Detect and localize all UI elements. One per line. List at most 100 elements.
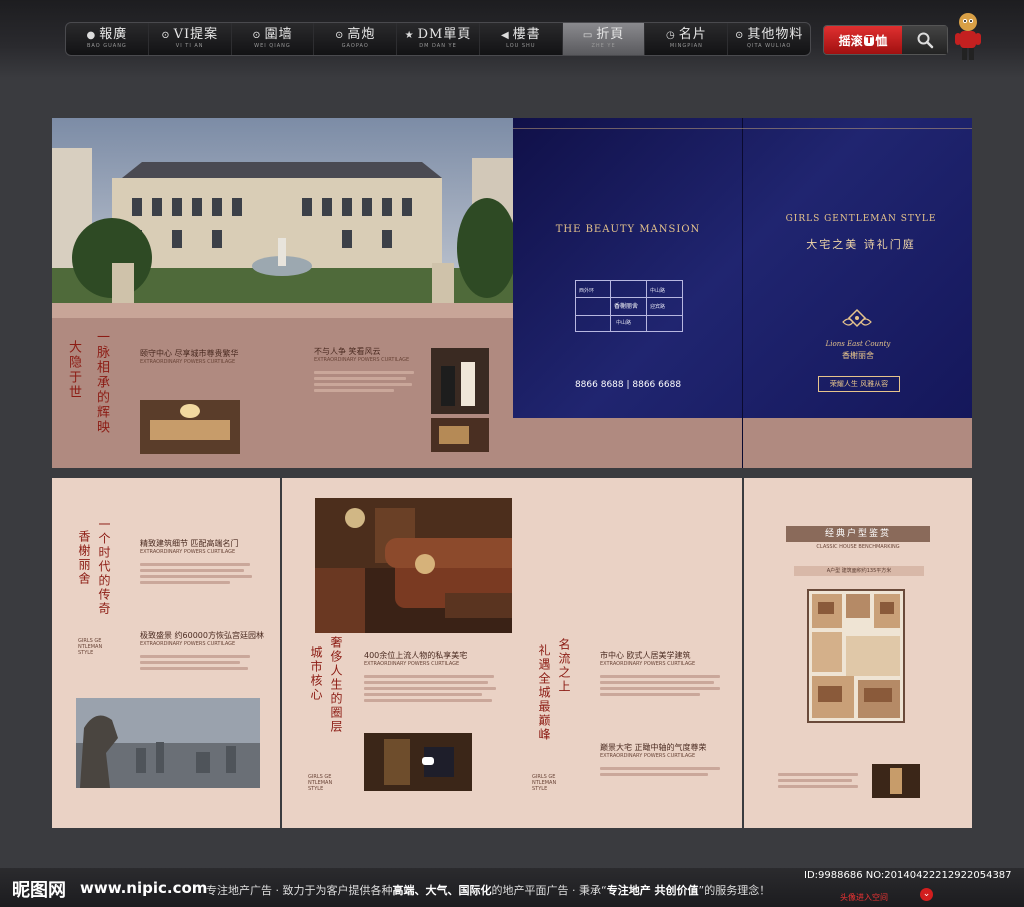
nav-sub-label: QITA WULIAO xyxy=(747,43,792,49)
speaker-icon: ◀ xyxy=(500,30,510,41)
vertical-headline: 名流之上 xyxy=(557,638,571,694)
circle-icon: ⊙ xyxy=(161,30,171,41)
text-line xyxy=(140,667,248,670)
circle-icon: ⊙ xyxy=(252,30,262,41)
slogan-highlight: 专注地产 共创价值 xyxy=(606,884,699,897)
nav-label: 其他物料 xyxy=(747,27,804,42)
nav-sub-label: MINGPIAN xyxy=(669,43,703,49)
nav-sub-label: ZHE YE xyxy=(591,43,616,49)
nav-item-loushu[interactable]: ◀ 樓書 LOU SHU xyxy=(480,23,563,55)
nav-item-vi[interactable]: ⊙ VI提案 VI TI AN xyxy=(149,23,232,55)
nav-item-mingpian[interactable]: ◷ 名片 MINGPIAN xyxy=(645,23,729,55)
text-line xyxy=(364,675,494,678)
monitor-icon: ▭ xyxy=(582,30,594,41)
spread-bottom-4: 经典户型鉴赏 CLASSIC HOUSE BENCHMARKING A户型 建筑… xyxy=(744,478,972,828)
text-line xyxy=(140,581,230,584)
section-subheading: EXTRAORDINARY POWERS CURTILAGE xyxy=(600,661,696,667)
people-photo xyxy=(431,348,489,414)
section-heading: 精致建筑细节 匹配高端名门 xyxy=(140,539,239,548)
nav-label: 圍墙 xyxy=(264,27,293,42)
slogan-text: 的地产平面广告 · 秉承“ xyxy=(491,884,607,897)
spread-bottom-1: 香榭丽舍 一个时代的传奇 精致建筑细节 匹配高端名门 EXTRAORDINARY… xyxy=(52,478,280,828)
nav-label: 折頁 xyxy=(596,27,625,42)
text-line xyxy=(314,371,414,374)
nav-item-weiqiang[interactable]: ⊙ 圍墙 WEI QIANG xyxy=(232,23,315,55)
image-id: ID:9988686 NO:20140422212922054387 xyxy=(804,870,1012,881)
mascot-icon[interactable] xyxy=(952,10,984,64)
floorplan-drawing xyxy=(807,589,905,723)
crest-icon xyxy=(842,308,872,328)
arrow-down-icon[interactable]: ⌄ xyxy=(920,888,933,901)
corridor-photo xyxy=(872,764,920,798)
text-line xyxy=(600,693,700,696)
circle-icon: ⊙ xyxy=(335,30,345,41)
mansion-photo xyxy=(52,118,513,318)
section-subheading: EXTRAORDINARY POWERS CURTILAGE xyxy=(600,753,696,759)
text-line xyxy=(364,687,496,690)
circle-icon: ⊙ xyxy=(734,30,745,41)
text-line xyxy=(140,661,240,664)
section-heading: 400余位上流人物的私享美宅 xyxy=(364,651,468,660)
text-line xyxy=(364,681,488,684)
text-line xyxy=(600,767,720,770)
section-heading: 颐守中心 尽享城市尊贵繁华 xyxy=(140,349,239,358)
text-line xyxy=(140,563,250,566)
vertical-headline: 大隐于世 xyxy=(66,340,81,400)
nav-label: DM單頁 xyxy=(417,27,472,42)
text-line xyxy=(600,675,720,678)
site-logo[interactable]: 昵图网 xyxy=(12,876,66,902)
search-box: 摇滚 T 恤 xyxy=(823,25,948,55)
section-subheading: EXTRAORDINARY POWERS CURTILAGE xyxy=(140,359,236,365)
text-line xyxy=(600,681,714,684)
top-bar: ● 報廣 BAO GUANG ⊙ VI提案 VI TI AN ⊙ 圍墙 WEI QIA… xyxy=(0,0,1024,78)
slogan-text: ”的服务理念！ xyxy=(698,884,771,897)
cover-title-right: GIRLS GENTLEMAN STYLE xyxy=(785,214,937,224)
nav-item-qita[interactable]: ⊙ 其他物料 QITA WULIAO xyxy=(728,23,810,55)
map-label: 迎宾路 xyxy=(650,304,666,310)
search-button[interactable] xyxy=(902,26,947,54)
bedroom-photo xyxy=(140,400,240,454)
location-map: 西外环 香榭丽舍 中山路 迎宾路 中山路 xyxy=(575,280,683,332)
section-subheading: EXTRAORDINARY POWERS CURTILAGE xyxy=(140,641,236,647)
spread-bottom-3: 名流之上 礼遇全城最巅峰 市中心 欧式人居美学建筑 EXTRAORDINARY … xyxy=(512,478,742,828)
text-line xyxy=(600,773,708,776)
section-subheading: EXTRAORDINARY POWERS CURTILAGE xyxy=(314,357,410,363)
nav-item-zheye[interactable]: ▭ 折頁 ZHE YE xyxy=(562,23,646,55)
nav-item-dm[interactable]: ★ DM單頁 DM DAN YE xyxy=(397,23,480,55)
nav-item-baoguang[interactable]: ● 報廣 BAO GUANG xyxy=(66,23,149,55)
vertical-headline: 一脉相承的辉映 xyxy=(94,330,109,435)
footer-slogan: 专注地产广告 · 致力于为客户提供各种高端、大气、国际化的地产平面广告 · 秉承… xyxy=(206,882,806,898)
brand-logo-text: 摇滚 xyxy=(838,33,863,48)
brand-logo[interactable]: 摇滚 T 恤 xyxy=(824,26,902,54)
text-line xyxy=(140,655,250,658)
space-link[interactable]: 头像进入空间 xyxy=(840,892,888,903)
text-line xyxy=(778,779,852,782)
nav-sub-label: WEI QIANG xyxy=(254,43,291,49)
main-nav: ● 報廣 BAO GUANG ⊙ VI提案 VI TI AN ⊙ 圍墙 WEI QIA… xyxy=(65,22,811,56)
footnote: GIRLS GE NTLEMAN STYLE xyxy=(308,774,333,792)
star-icon: ★ xyxy=(404,30,415,41)
site-url[interactable]: www.nipic.com xyxy=(80,879,207,897)
map-label: 西外环 xyxy=(579,288,595,294)
slogan-highlight: 高端、大气、国际化 xyxy=(392,884,492,897)
nav-sub-label: LOU SHU xyxy=(506,43,536,49)
text-line xyxy=(778,773,858,776)
nav-label: VI提案 xyxy=(173,27,219,42)
text-line xyxy=(364,693,482,696)
text-line xyxy=(778,785,858,788)
text-line xyxy=(314,383,412,386)
text-line xyxy=(314,377,406,380)
clock-icon: ◷ xyxy=(665,30,676,41)
section-subheading: EXTRAORDINARY POWERS CURTILAGE xyxy=(364,661,460,667)
nav-item-gaopao[interactable]: ⊙ 高炮 GAOPAO xyxy=(314,23,398,55)
floorplan-title: 经典户型鉴赏 xyxy=(786,526,930,542)
brand-logo-mark: T xyxy=(863,34,875,46)
section-heading: 不与人争 笑看风云 xyxy=(314,347,381,356)
nav-label: 報廣 xyxy=(99,27,128,42)
nav-sub-label: GAOPAO xyxy=(341,43,369,49)
vertical-headline: 奢侈人生的圈层 xyxy=(329,636,343,734)
nav-sub-label: BAO GUANG xyxy=(86,43,127,49)
map-label: 中山路 xyxy=(650,288,666,294)
nav-sub-label: DM DAN YE xyxy=(419,43,457,49)
map-label: 香榭丽舍 xyxy=(614,303,639,310)
